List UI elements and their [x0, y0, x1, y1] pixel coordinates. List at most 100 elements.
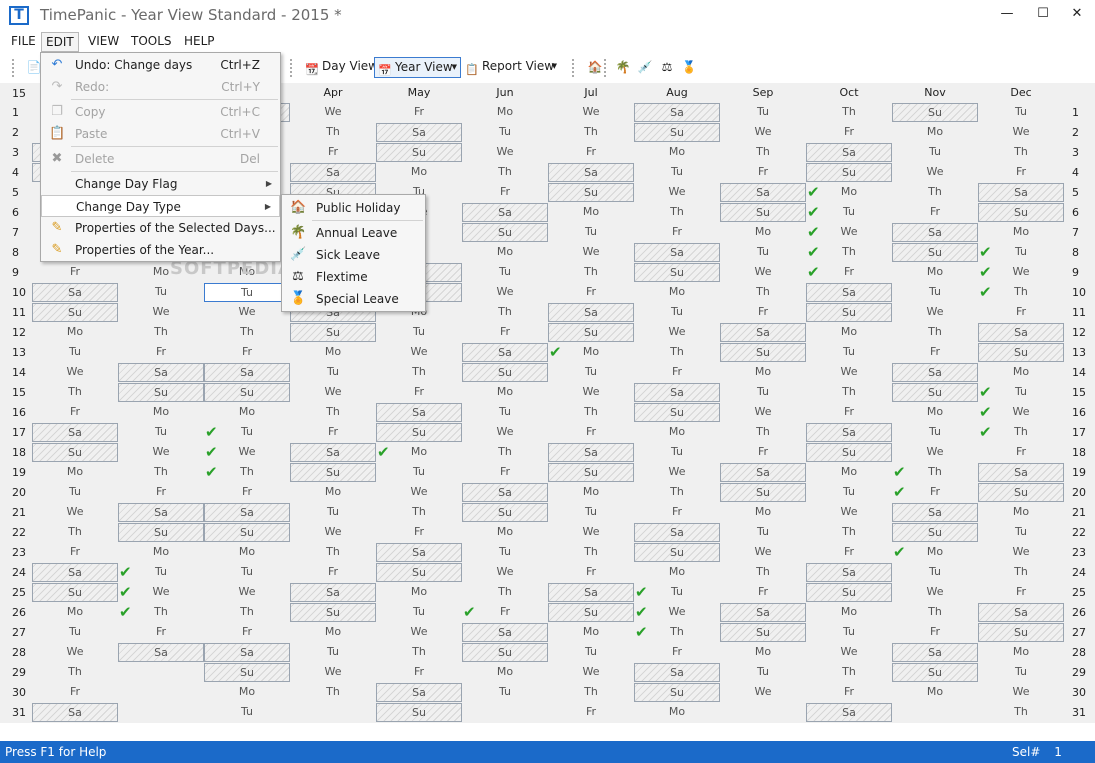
day-cell[interactable]: Sa — [548, 303, 634, 322]
day-cell[interactable]: Mo — [548, 623, 634, 642]
day-cell[interactable]: We — [978, 123, 1064, 142]
day-cell[interactable]: Su — [548, 183, 634, 202]
day-cell[interactable]: Th — [118, 323, 204, 342]
day-cell[interactable]: Th — [548, 543, 634, 562]
day-cell[interactable]: Fr — [32, 403, 118, 422]
day-cell[interactable]: Sa — [978, 463, 1064, 482]
day-cell[interactable]: Mo — [376, 443, 462, 462]
day-cell[interactable]: Su — [634, 543, 720, 562]
house-icon[interactable]: 🏠 — [587, 59, 603, 75]
day-cell[interactable]: Fr — [32, 543, 118, 562]
day-cell[interactable]: Sa — [118, 363, 204, 382]
day-cell[interactable]: We — [634, 183, 720, 202]
day-cell[interactable]: Mo — [720, 363, 806, 382]
day-cell[interactable]: Fr — [806, 403, 892, 422]
day-cell[interactable]: Tu — [634, 583, 720, 602]
day-cell[interactable]: Sa — [806, 423, 892, 442]
day-cell[interactable]: Th — [806, 523, 892, 542]
day-cell[interactable]: Mo — [462, 663, 548, 682]
day-cell[interactable]: Tu — [892, 423, 978, 442]
day-cell[interactable]: We — [720, 683, 806, 702]
day-cell[interactable]: Tu — [806, 483, 892, 502]
day-cell[interactable]: Fr — [806, 683, 892, 702]
day-cell[interactable]: Fr — [892, 623, 978, 642]
day-cell[interactable]: Mo — [634, 423, 720, 442]
day-cell[interactable]: Su — [118, 383, 204, 402]
day-cell[interactable]: Mo — [978, 643, 1064, 662]
day-cell[interactable]: Sa — [376, 543, 462, 562]
day-view-button[interactable]: 📆 Day View — [302, 57, 381, 78]
day-cell[interactable]: Mo — [204, 683, 290, 702]
day-cell[interactable]: Sa — [462, 623, 548, 642]
day-cell[interactable]: Fr — [462, 603, 548, 622]
day-cell[interactable]: Sa — [204, 643, 290, 662]
day-cell[interactable]: Fr — [548, 423, 634, 442]
menu-properties-selected-days[interactable]: ✎ Properties of the Selected Days... — [41, 217, 280, 239]
day-cell[interactable]: Tu — [892, 283, 978, 302]
menu-view[interactable]: VIEW — [84, 32, 123, 52]
day-cell[interactable]: Su — [290, 323, 376, 342]
day-cell[interactable]: Tu — [978, 523, 1064, 542]
day-cell[interactable]: Tu — [462, 543, 548, 562]
day-cell[interactable]: Sa — [720, 603, 806, 622]
menu-redo[interactable]: ↷ Redo: Ctrl+Y — [41, 76, 280, 98]
day-cell[interactable]: Su — [720, 343, 806, 362]
day-cell[interactable]: Th — [720, 283, 806, 302]
day-cell[interactable]: Mo — [118, 543, 204, 562]
day-cell[interactable]: Sa — [462, 483, 548, 502]
day-cell[interactable]: Tu — [806, 343, 892, 362]
day-cell[interactable]: We — [978, 543, 1064, 562]
submenu-sick-leave[interactable]: 💉 Sick Leave — [282, 244, 425, 266]
day-cell[interactable]: Mo — [720, 223, 806, 242]
day-cell[interactable]: Sa — [118, 503, 204, 522]
day-cell[interactable]: Fr — [892, 483, 978, 502]
day-cell[interactable]: Th — [462, 583, 548, 602]
day-cell[interactable]: Fr — [634, 363, 720, 382]
day-cell[interactable]: Tu — [548, 363, 634, 382]
day-cell[interactable]: We — [548, 103, 634, 122]
day-cell[interactable]: Tu — [720, 523, 806, 542]
day-cell[interactable]: Su — [806, 583, 892, 602]
day-cell[interactable]: We — [32, 363, 118, 382]
day-cell[interactable]: We — [118, 443, 204, 462]
day-cell[interactable]: Tu — [204, 563, 290, 582]
day-cell[interactable]: We — [892, 583, 978, 602]
day-cell[interactable]: Mo — [720, 503, 806, 522]
day-cell[interactable]: We — [204, 303, 290, 322]
day-cell[interactable]: Th — [204, 603, 290, 622]
menu-file[interactable]: FILE — [7, 32, 40, 52]
day-cell[interactable]: Tu — [32, 483, 118, 502]
minimize-button[interactable]: — — [990, 2, 1024, 26]
day-cell[interactable]: Tu — [634, 163, 720, 182]
day-cell[interactable]: Mo — [892, 263, 978, 282]
day-cell[interactable]: Su — [548, 603, 634, 622]
syringe-icon[interactable]: 💉 — [637, 59, 653, 75]
day-cell[interactable]: We — [720, 403, 806, 422]
day-cell[interactable]: Th — [634, 203, 720, 222]
day-cell[interactable]: Su — [634, 403, 720, 422]
day-cell[interactable]: Su — [720, 203, 806, 222]
year-view-button[interactable]: 📅 Year View ▼ — [374, 57, 461, 78]
day-cell[interactable]: Th — [290, 683, 376, 702]
day-cell[interactable]: Fr — [290, 423, 376, 442]
day-cell[interactable]: Sa — [806, 283, 892, 302]
day-cell[interactable]: Su — [462, 643, 548, 662]
day-cell[interactable]: Sa — [892, 363, 978, 382]
day-cell[interactable]: Th — [462, 443, 548, 462]
day-cell[interactable]: We — [462, 143, 548, 162]
day-cell[interactable]: Su — [204, 663, 290, 682]
menu-help[interactable]: HELP — [180, 32, 219, 52]
day-cell[interactable]: Th — [720, 423, 806, 442]
day-cell[interactable]: We — [32, 643, 118, 662]
day-cell[interactable]: Tu — [892, 143, 978, 162]
day-cell[interactable]: Fr — [720, 583, 806, 602]
day-cell[interactable]: Fr — [376, 663, 462, 682]
day-cell[interactable]: Th — [806, 383, 892, 402]
report-view-button[interactable]: 📋 Report View ▼ — [462, 57, 560, 78]
day-cell[interactable]: Th — [892, 603, 978, 622]
day-cell[interactable]: Sa — [32, 283, 118, 302]
day-cell[interactable]: Su — [32, 583, 118, 602]
day-cell[interactable]: Mo — [806, 463, 892, 482]
day-cell[interactable]: Tu — [204, 283, 290, 302]
day-cell[interactable]: We — [892, 303, 978, 322]
